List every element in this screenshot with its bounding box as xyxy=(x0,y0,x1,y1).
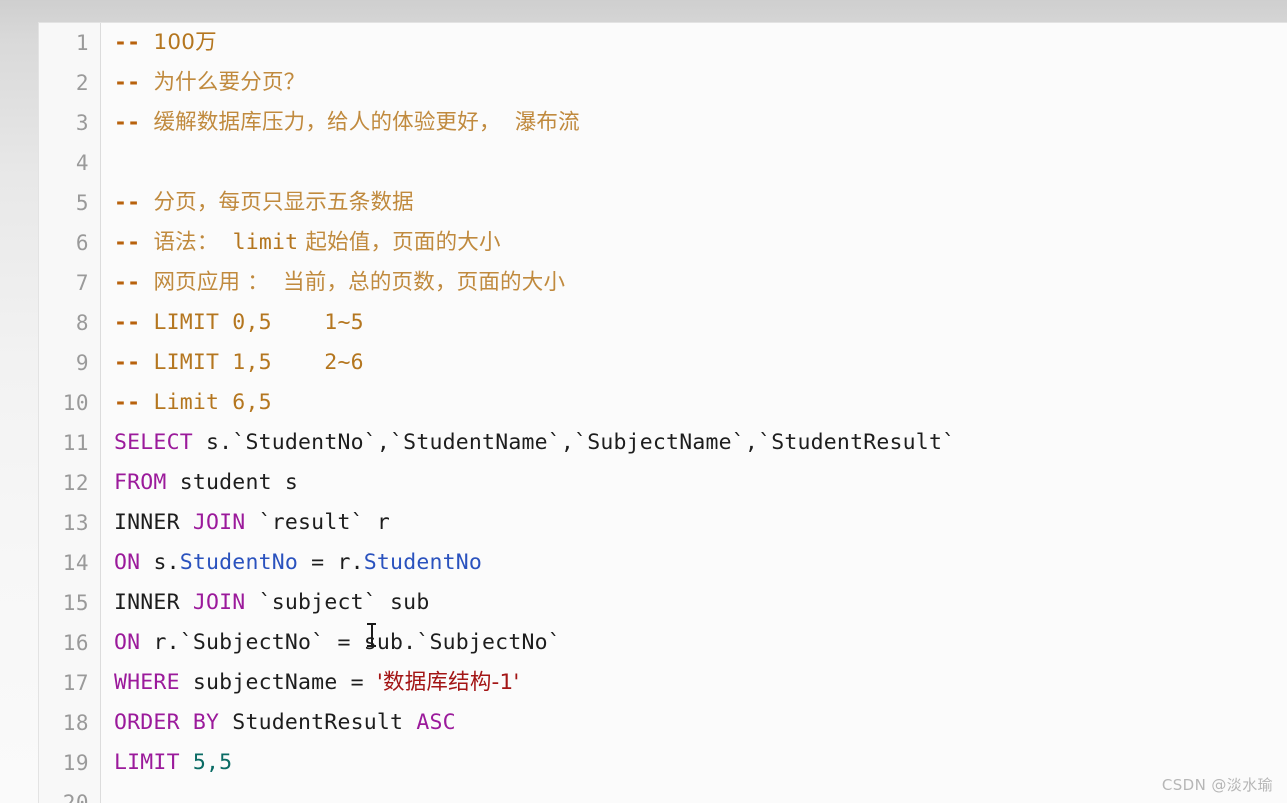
code-token-cmt: 网页应用 ： 当前，总的页数，页面的大小 xyxy=(153,270,566,295)
code-token-cmt-dash: -- xyxy=(114,70,154,95)
line-number: 14 xyxy=(62,551,89,575)
code-line[interactable]: -- 为什么要分页？ xyxy=(102,63,1287,103)
code-token-plain: r.`SubjectNo` = sub.`SubjectNo` xyxy=(140,630,561,655)
line-number: 18 xyxy=(62,711,89,735)
code-editor-panel[interactable]: 1 2 3 4 5 6 7 8 9 10 11 12 13 14 15 16 17 18 19 20 -- 100万 -… xyxy=(38,22,1287,803)
code-token-kw: LIMIT xyxy=(114,750,180,775)
line-number: 7 xyxy=(75,271,89,295)
code-token-plain: INNER xyxy=(114,510,193,535)
code-line[interactable]: -- LIMIT 0,5 1~5 xyxy=(102,303,1287,343)
code-token-cmt: 语法： xyxy=(153,230,233,255)
code-token-plain: = r. xyxy=(298,550,364,575)
code-token-cmt-dash: -- xyxy=(114,310,154,335)
code-line[interactable]: INNER JOIN `subject` sub xyxy=(102,583,1287,623)
code-token-kw: JOIN xyxy=(192,590,246,615)
line-number: 13 xyxy=(62,511,89,535)
code-token-cmt-dash: -- xyxy=(114,190,154,215)
code-line[interactable]: SELECT s.`StudentNo`,`StudentName`,`Subj… xyxy=(102,423,1287,463)
line-number-gutter: 1 2 3 4 5 6 7 8 9 10 11 12 13 14 15 16 17 18 19 20 xyxy=(39,23,101,803)
csdn-watermark: CSDN @淡水瑜 xyxy=(1161,776,1273,794)
code-token-cmt-dash: -- xyxy=(114,110,154,135)
code-line[interactable]: LIMIT 5,5 xyxy=(102,743,1287,783)
code-token-cmt-strong: 100万 xyxy=(153,30,217,55)
code-token-cmt-strong: LIMIT 1,5 2~6 xyxy=(153,350,364,375)
line-number: 11 xyxy=(62,431,89,455)
line-number: 2 xyxy=(75,71,89,95)
code-line[interactable] xyxy=(102,143,1287,183)
code-token-num: 5,5 xyxy=(192,750,233,775)
code-token-plain: subjectName = xyxy=(179,670,377,695)
code-token-kw: ON xyxy=(114,630,141,655)
code-token-cmt: 为什么要分页？ xyxy=(153,70,306,95)
code-token-kw: ASC xyxy=(416,710,456,735)
code-token-kw: FROM xyxy=(114,470,167,495)
code-token-cmt-strong: limit xyxy=(232,230,299,255)
code-token-plain: s.`StudentNo`,`StudentName`,`SubjectName… xyxy=(192,430,956,455)
line-number: 15 xyxy=(62,591,89,615)
line-number: 17 xyxy=(62,671,89,695)
code-token-plain: `result` r xyxy=(245,510,391,535)
code-line[interactable]: -- 网页应用 ： 当前，总的页数，页面的大小 xyxy=(102,263,1287,303)
code-token-cmt-dash: -- xyxy=(114,230,154,255)
code-token-plain: INNER xyxy=(114,590,193,615)
code-token-col: StudentNo xyxy=(363,550,483,575)
code-token-cmt: 分页，每页只显示五条数据 xyxy=(153,190,414,215)
code-line[interactable]: WHERE subjectName = '数据库结构-1' xyxy=(102,663,1287,703)
code-token-col: StudentNo xyxy=(179,550,299,575)
line-number: 12 xyxy=(62,471,89,495)
line-number: 16 xyxy=(62,631,89,655)
line-number: 20 xyxy=(62,791,89,803)
line-number: 4 xyxy=(75,151,89,175)
code-line[interactable]: ON r.`SubjectNo` = sub.`SubjectNo` xyxy=(102,623,1287,663)
line-number: 9 xyxy=(75,351,89,375)
code-line[interactable]: ON s.StudentNo = r.StudentNo xyxy=(102,543,1287,583)
code-line[interactable]: -- 缓解数据库压力，给人的体验更好， 瀑布流 xyxy=(102,103,1287,143)
code-token-kw: JOIN xyxy=(192,510,246,535)
code-token-cmt-dash: -- xyxy=(114,350,154,375)
code-token-plain: `subject` sub xyxy=(245,590,430,615)
code-content-area[interactable]: -- 100万 -- 为什么要分页？ -- 缓解数据库压力，给人的体验更好， 瀑布流… xyxy=(102,23,1287,803)
code-line[interactable]: -- 分页，每页只显示五条数据 xyxy=(102,183,1287,223)
code-token-kw: WHERE xyxy=(114,670,180,695)
code-token-kw: ON xyxy=(114,550,141,575)
line-number: 3 xyxy=(75,111,89,135)
code-line[interactable]: -- Limit 6,5 xyxy=(102,383,1287,423)
code-token-plain: student s xyxy=(166,470,299,495)
code-token-plain: s. xyxy=(140,550,180,575)
code-line[interactable] xyxy=(102,783,1287,803)
code-line[interactable]: ORDER BY StudentResult ASC xyxy=(102,703,1287,743)
code-token-cmt: 缓解数据库压力，给人的体验更好， 瀑布流 xyxy=(153,110,580,135)
code-line[interactable]: -- LIMIT 1,5 2~6 xyxy=(102,343,1287,383)
code-token-str: '数据库结构-1' xyxy=(376,670,520,695)
code-token-cmt-dash: -- xyxy=(114,30,154,55)
code-line[interactable]: -- 语法： limit 起始值，页面的大小 xyxy=(102,223,1287,263)
code-token-plain: StudentResult xyxy=(219,710,417,735)
line-number: 19 xyxy=(62,751,89,775)
code-token-kw: SELECT xyxy=(114,430,193,455)
code-token-cmt-dash: -- xyxy=(114,390,154,415)
code-token-cmt: 起始值，页面的大小 xyxy=(298,230,501,255)
code-line[interactable]: -- 100万 xyxy=(102,23,1287,63)
code-line[interactable]: FROM student s xyxy=(102,463,1287,503)
code-token-cmt-dash: -- xyxy=(114,270,154,295)
line-number: 10 xyxy=(62,391,89,415)
line-number: 6 xyxy=(75,231,89,255)
line-number: 1 xyxy=(75,31,89,55)
code-line[interactable]: INNER JOIN `result` r xyxy=(102,503,1287,543)
code-token-cmt-strong: Limit 6,5 xyxy=(153,390,272,415)
code-token-kw: ORDER BY xyxy=(114,710,220,735)
line-number: 8 xyxy=(75,311,89,335)
code-token-cmt-strong: LIMIT 0,5 1~5 xyxy=(153,310,364,335)
line-number: 5 xyxy=(75,191,89,215)
